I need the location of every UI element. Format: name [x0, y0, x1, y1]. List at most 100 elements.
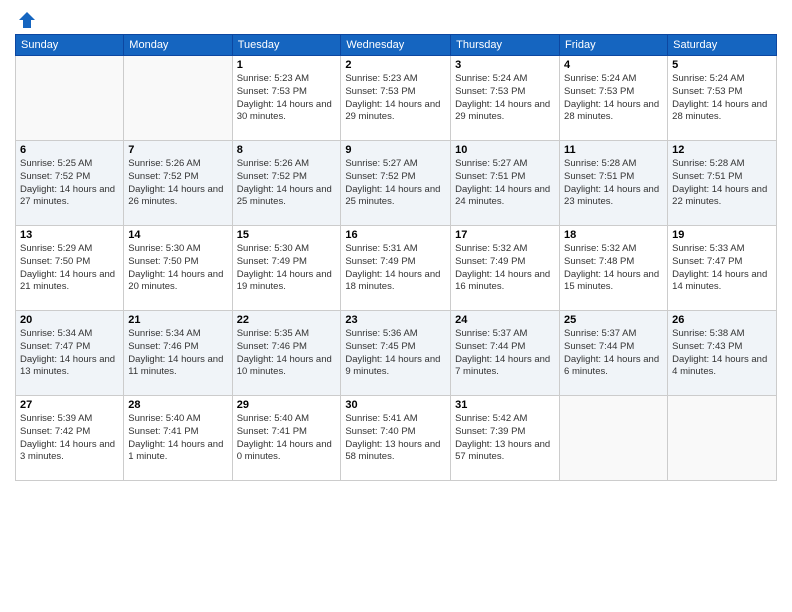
- calendar-cell: 4 Sunrise: 5:24 AM Sunset: 7:53 PM Daylig…: [560, 56, 668, 141]
- calendar-cell: 26Sunrise: 5:38 AM Sunset: 7:43 PM Dayli…: [668, 311, 777, 396]
- day-info: Sunrise: 5:37 AM Sunset: 7:44 PM Dayligh…: [564, 328, 663, 379]
- day-number: 8: [237, 144, 337, 156]
- day-info: Sunrise: 5:27 AM Sunset: 7:51 PM Dayligh…: [455, 158, 555, 209]
- calendar-cell: 11 Sunrise: 5:28 AM Sunset: 7:51 PM Dayli…: [560, 141, 668, 226]
- calendar-week-row: 20 Sunrise: 5:34 AM Sunset: 7:47 PM Dayli…: [16, 311, 777, 396]
- day-info: Sunrise: 5:30 AM Sunset: 7:49 PM Dayligh…: [237, 243, 337, 294]
- day-number: 4: [564, 59, 663, 71]
- day-number: 17: [455, 229, 555, 241]
- day-info: Sunrise: 5:23 AM Sunset: 7:53 PM Dayligh…: [345, 73, 446, 124]
- calendar-cell: 17Sunrise: 5:32 AM Sunset: 7:49 PM Dayli…: [451, 226, 560, 311]
- day-info: Sunrise: 5:23 AM Sunset: 7:53 PM Dayligh…: [237, 73, 337, 124]
- calendar-cell: 27 Sunrise: 5:39 AM Sunset: 7:42 PM Dayli…: [16, 396, 124, 481]
- day-header-friday: Friday: [560, 35, 668, 56]
- day-number: 21: [128, 314, 227, 326]
- day-info: Sunrise: 5:25 AM Sunset: 7:52 PM Dayligh…: [20, 158, 119, 209]
- day-info: Sunrise: 5:27 AM Sunset: 7:52 PM Dayligh…: [345, 158, 446, 209]
- day-info: Sunrise: 5:37 AM Sunset: 7:44 PM Dayligh…: [455, 328, 555, 379]
- calendar-cell: 3Sunrise: 5:24 AM Sunset: 7:53 PM Daylig…: [451, 56, 560, 141]
- day-number: 20: [20, 314, 119, 326]
- calendar-cell: 7 Sunrise: 5:26 AM Sunset: 7:52 PM Daylig…: [124, 141, 232, 226]
- calendar-cell: [16, 56, 124, 141]
- day-header-saturday: Saturday: [668, 35, 777, 56]
- day-number: 25: [564, 314, 663, 326]
- day-number: 14: [128, 229, 227, 241]
- calendar-cell: 10 Sunrise: 5:27 AM Sunset: 7:51 PM Dayli…: [451, 141, 560, 226]
- day-number: 7: [128, 144, 227, 156]
- day-info: Sunrise: 5:28 AM Sunset: 7:51 PM Dayligh…: [672, 158, 772, 209]
- calendar-cell: 22Sunrise: 5:35 AM Sunset: 7:46 PM Dayli…: [232, 311, 341, 396]
- calendar-cell: 24 Sunrise: 5:37 AM Sunset: 7:44 PM Dayli…: [451, 311, 560, 396]
- day-info: Sunrise: 5:41 AM Sunset: 7:40 PM Dayligh…: [345, 413, 446, 464]
- calendar-cell: 23 Sunrise: 5:36 AM Sunset: 7:45 PM Dayli…: [341, 311, 451, 396]
- day-info: Sunrise: 5:26 AM Sunset: 7:52 PM Dayligh…: [237, 158, 337, 209]
- calendar-week-row: 27 Sunrise: 5:39 AM Sunset: 7:42 PM Dayli…: [16, 396, 777, 481]
- day-number: 27: [20, 399, 119, 411]
- day-header-monday: Monday: [124, 35, 232, 56]
- day-number: 3: [455, 59, 555, 71]
- calendar-cell: 15 Sunrise: 5:30 AM Sunset: 7:49 PM Dayli…: [232, 226, 341, 311]
- calendar-cell: 2 Sunrise: 5:23 AM Sunset: 7:53 PM Daylig…: [341, 56, 451, 141]
- day-info: Sunrise: 5:30 AM Sunset: 7:50 PM Dayligh…: [128, 243, 227, 294]
- calendar-cell: 20 Sunrise: 5:34 AM Sunset: 7:47 PM Dayli…: [16, 311, 124, 396]
- day-info: Sunrise: 5:31 AM Sunset: 7:49 PM Dayligh…: [345, 243, 446, 294]
- day-number: 19: [672, 229, 772, 241]
- day-info: Sunrise: 5:40 AM Sunset: 7:41 PM Dayligh…: [128, 413, 227, 464]
- logo: [15, 10, 37, 26]
- calendar-cell: 13Sunrise: 5:29 AM Sunset: 7:50 PM Dayli…: [16, 226, 124, 311]
- day-number: 9: [345, 144, 446, 156]
- day-number: 24: [455, 314, 555, 326]
- day-number: 18: [564, 229, 663, 241]
- day-info: Sunrise: 5:42 AM Sunset: 7:39 PM Dayligh…: [455, 413, 555, 464]
- calendar-cell: 16 Sunrise: 5:31 AM Sunset: 7:49 PM Dayli…: [341, 226, 451, 311]
- day-info: Sunrise: 5:39 AM Sunset: 7:42 PM Dayligh…: [20, 413, 119, 464]
- calendar-cell: 31 Sunrise: 5:42 AM Sunset: 7:39 PM Dayli…: [451, 396, 560, 481]
- day-info: Sunrise: 5:28 AM Sunset: 7:51 PM Dayligh…: [564, 158, 663, 209]
- day-info: Sunrise: 5:32 AM Sunset: 7:48 PM Dayligh…: [564, 243, 663, 294]
- calendar-cell: [668, 396, 777, 481]
- calendar-cell: 29 Sunrise: 5:40 AM Sunset: 7:41 PM Dayli…: [232, 396, 341, 481]
- day-number: 23: [345, 314, 446, 326]
- day-info: Sunrise: 5:34 AM Sunset: 7:46 PM Dayligh…: [128, 328, 227, 379]
- day-info: Sunrise: 5:36 AM Sunset: 7:45 PM Dayligh…: [345, 328, 446, 379]
- day-number: 30: [345, 399, 446, 411]
- calendar-cell: 1 Sunrise: 5:23 AM Sunset: 7:53 PM Daylig…: [232, 56, 341, 141]
- day-info: Sunrise: 5:29 AM Sunset: 7:50 PM Dayligh…: [20, 243, 119, 294]
- day-header-sunday: Sunday: [16, 35, 124, 56]
- calendar-cell: 25 Sunrise: 5:37 AM Sunset: 7:44 PM Dayli…: [560, 311, 668, 396]
- day-info: Sunrise: 5:40 AM Sunset: 7:41 PM Dayligh…: [237, 413, 337, 464]
- day-number: 16: [345, 229, 446, 241]
- day-number: 12: [672, 144, 772, 156]
- day-info: Sunrise: 5:24 AM Sunset: 7:53 PM Dayligh…: [564, 73, 663, 124]
- day-number: 2: [345, 59, 446, 71]
- calendar-cell: 12 Sunrise: 5:28 AM Sunset: 7:51 PM Dayli…: [668, 141, 777, 226]
- page-header: [15, 10, 777, 26]
- day-number: 10: [455, 144, 555, 156]
- calendar-header-row: SundayMondayTuesdayWednesdayThursdayFrid…: [16, 35, 777, 56]
- calendar-week-row: 1 Sunrise: 5:23 AM Sunset: 7:53 PM Daylig…: [16, 56, 777, 141]
- day-header-thursday: Thursday: [451, 35, 560, 56]
- calendar-cell: 9 Sunrise: 5:27 AM Sunset: 7:52 PM Daylig…: [341, 141, 451, 226]
- day-header-wednesday: Wednesday: [341, 35, 451, 56]
- calendar-week-row: 6Sunrise: 5:25 AM Sunset: 7:52 PM Daylig…: [16, 141, 777, 226]
- day-number: 29: [237, 399, 337, 411]
- calendar-week-row: 13Sunrise: 5:29 AM Sunset: 7:50 PM Dayli…: [16, 226, 777, 311]
- day-info: Sunrise: 5:24 AM Sunset: 7:53 PM Dayligh…: [672, 73, 772, 124]
- day-number: 31: [455, 399, 555, 411]
- calendar-table: SundayMondayTuesdayWednesdayThursdayFrid…: [15, 34, 777, 481]
- day-number: 28: [128, 399, 227, 411]
- calendar-cell: 19 Sunrise: 5:33 AM Sunset: 7:47 PM Dayli…: [668, 226, 777, 311]
- page-container: SundayMondayTuesdayWednesdayThursdayFrid…: [0, 0, 792, 491]
- day-number: 15: [237, 229, 337, 241]
- calendar-cell: 14 Sunrise: 5:30 AM Sunset: 7:50 PM Dayli…: [124, 226, 232, 311]
- day-number: 1: [237, 59, 337, 71]
- calendar-cell: 18 Sunrise: 5:32 AM Sunset: 7:48 PM Dayli…: [560, 226, 668, 311]
- day-header-tuesday: Tuesday: [232, 35, 341, 56]
- day-number: 22: [237, 314, 337, 326]
- day-info: Sunrise: 5:33 AM Sunset: 7:47 PM Dayligh…: [672, 243, 772, 294]
- calendar-cell: [124, 56, 232, 141]
- logo-icon: [17, 10, 37, 30]
- day-info: Sunrise: 5:26 AM Sunset: 7:52 PM Dayligh…: [128, 158, 227, 209]
- day-info: Sunrise: 5:34 AM Sunset: 7:47 PM Dayligh…: [20, 328, 119, 379]
- day-number: 11: [564, 144, 663, 156]
